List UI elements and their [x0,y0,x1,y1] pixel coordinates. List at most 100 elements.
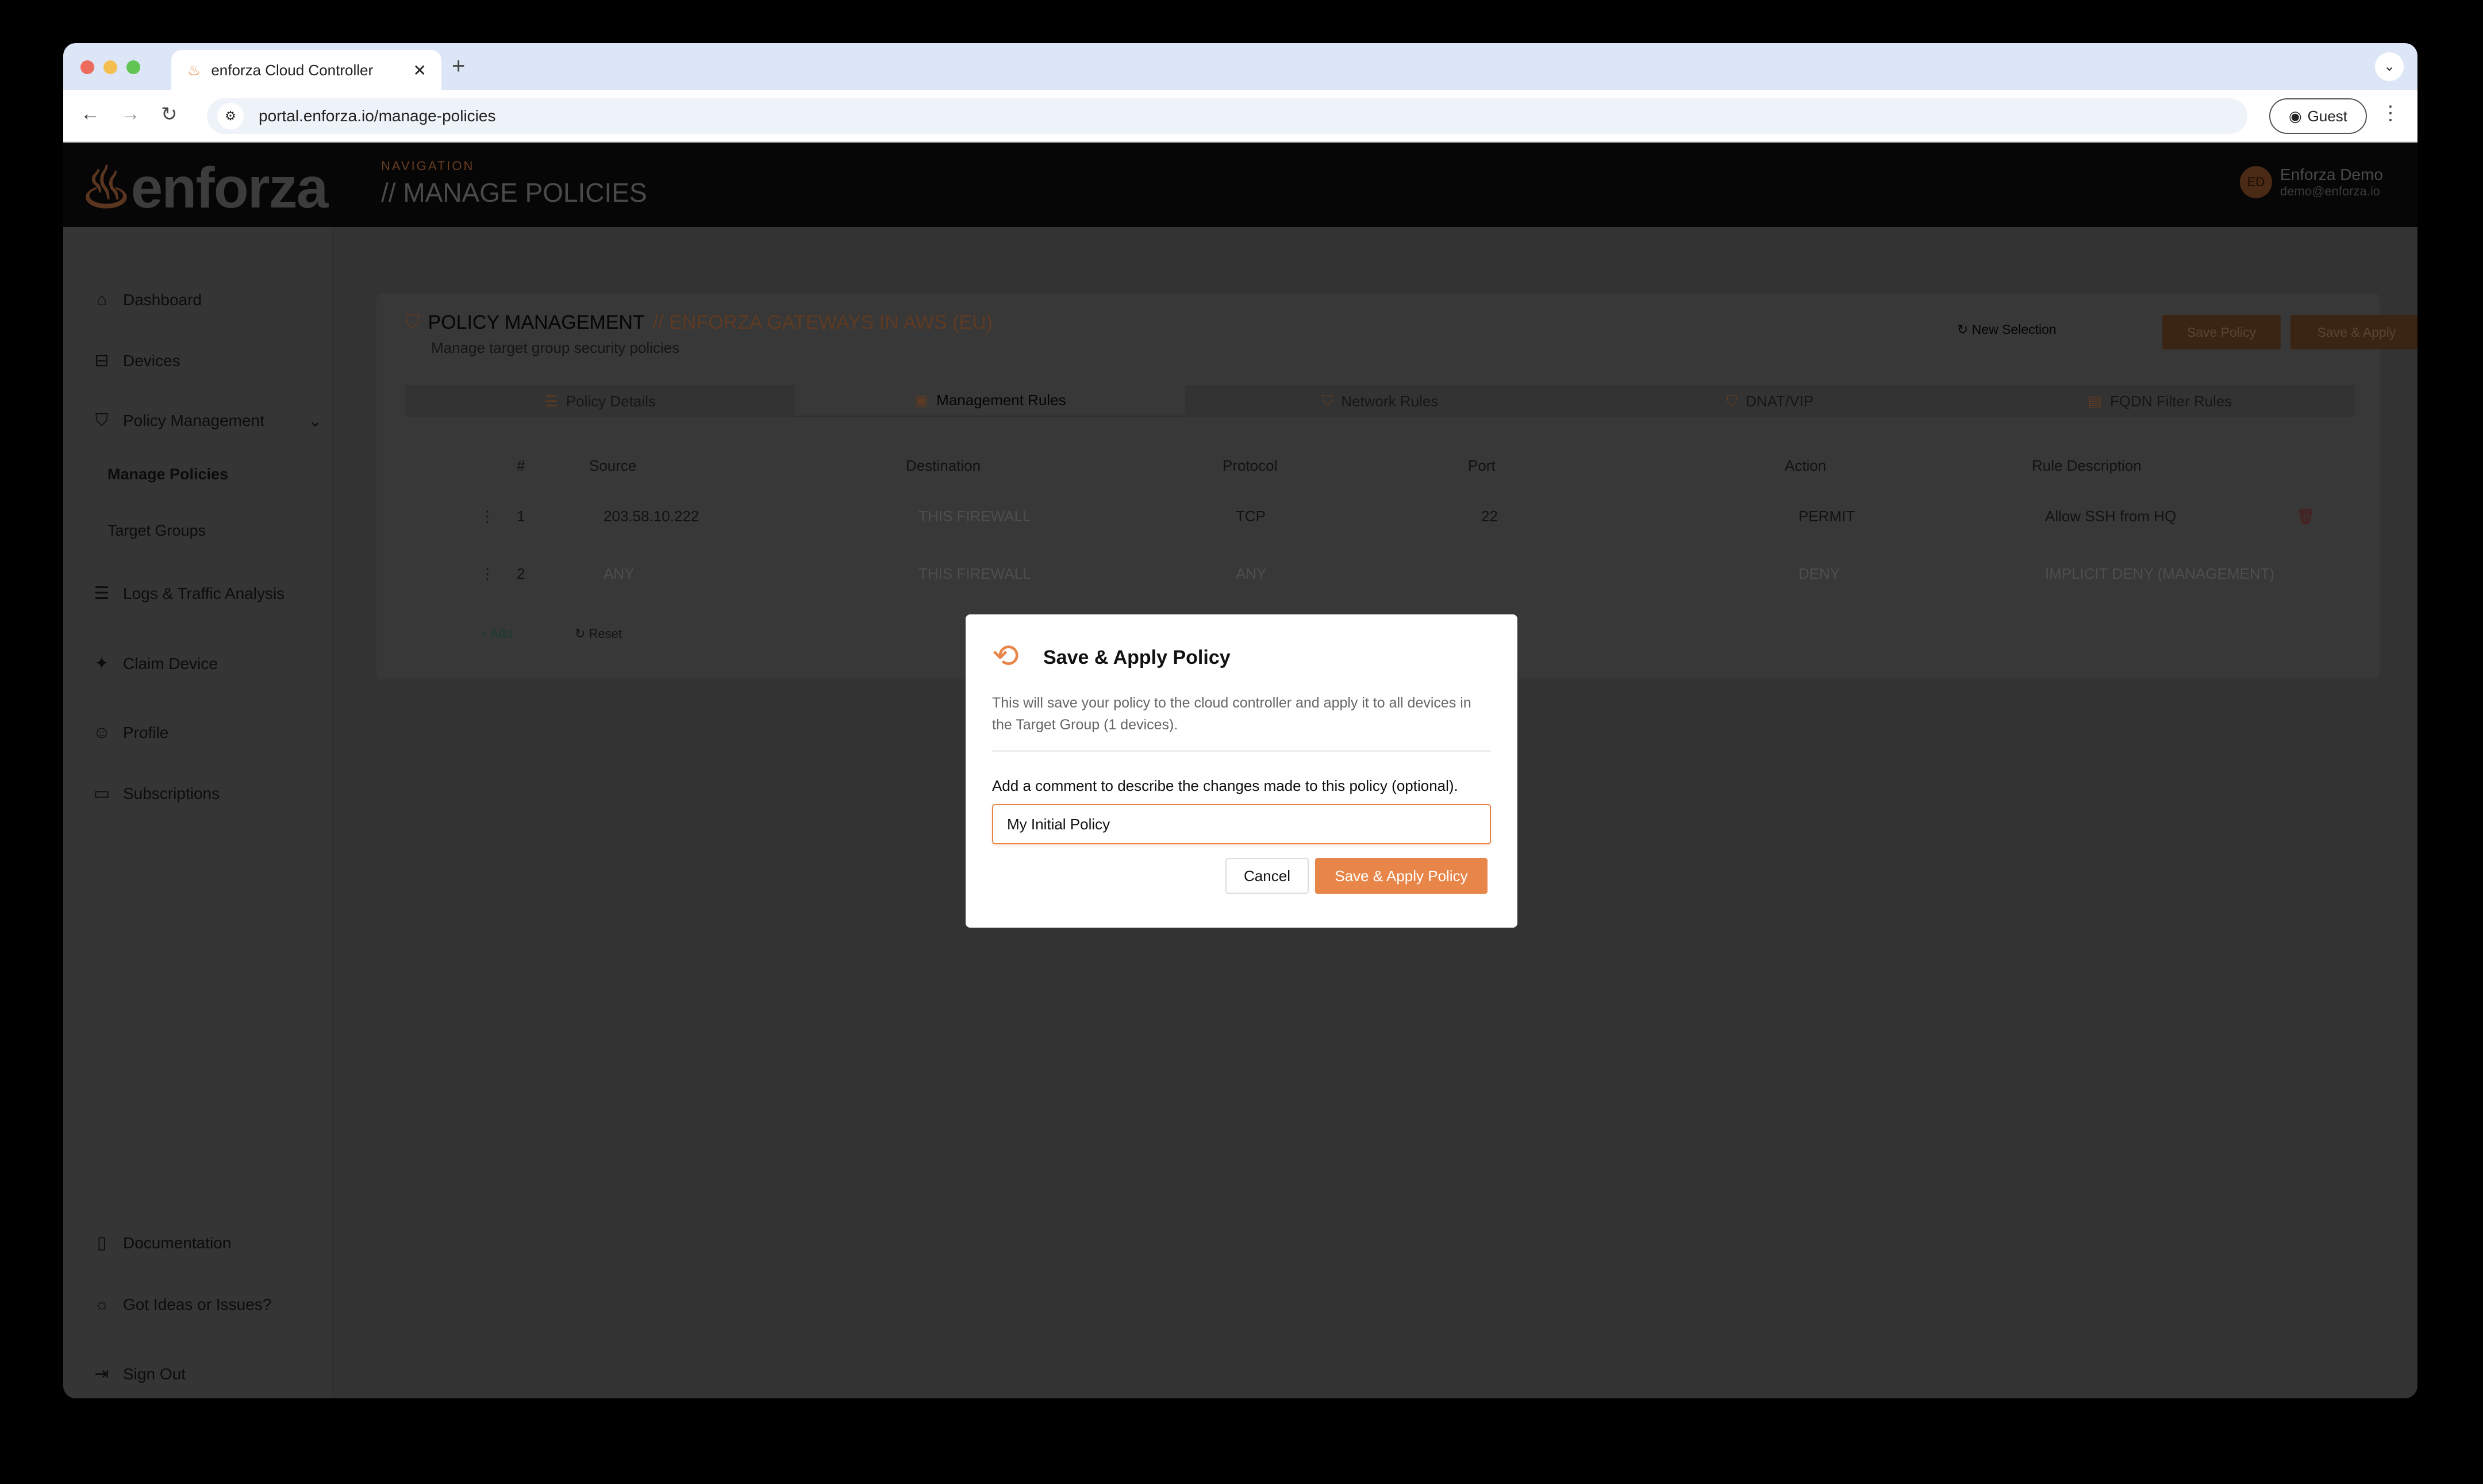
sidebar-item-policy-management[interactable]: ⛉ Policy Management ⌄ [92,411,322,430]
save-policy-button[interactable]: Save Policy [2162,315,2281,349]
server-icon: ⊟ [94,351,109,370]
home-icon: ⌂ [96,290,107,309]
save-apply-button[interactable]: Save & Apply [2290,315,2417,349]
chevron-down-icon: ⌄ [308,412,322,430]
browser-tab[interactable]: ♨ enforza Cloud Controller ✕ [171,50,441,90]
tab-management-rules[interactable]: ▣ Management Rules [795,385,1185,417]
profile-button[interactable]: ◉ Guest [2269,98,2367,134]
tab-dnat-vip[interactable]: ⛉ DNAT/VIP [1575,385,1965,417]
user-menu[interactable]: ED Enforza Demo demo@enforza.io [2240,166,2383,199]
source-input[interactable]: 203.58.10.222 [604,508,699,525]
sidebar-item-profile[interactable]: ☺ Profile [92,723,169,743]
rule-number: 2 [517,565,525,582]
column-header: # [517,457,525,474]
close-tab-icon[interactable]: ✕ [413,61,426,80]
reset-button[interactable]: ↻ Reset [575,626,622,641]
sidebar-item-feedback[interactable]: ☼ Got Ideas or Issues? [92,1295,271,1314]
sidebar-item-dashboard[interactable]: ⌂ Dashboard [92,290,202,310]
url-text: portal.enforza.io/manage-policies [259,107,496,125]
credit-card-icon: ▭ [93,784,110,803]
confirm-save-apply-button[interactable]: Save & Apply Policy [1315,858,1488,894]
shield-icon: ⛉ [1726,392,1738,409]
sidebar-item-sign-out[interactable]: ⇥ Sign Out [92,1364,186,1384]
refresh-icon: ↻ [575,626,589,641]
shield-icon: ⛉ [95,411,109,430]
target-group-name: // ENFORZA GATEWAYS IN AWS (EU) [652,312,993,333]
page-subtitle: Manage target group security policies [431,339,680,356]
deploy-icon: ⟲ [992,637,1019,674]
sidebar-item-subscriptions[interactable]: ▭ Subscriptions [92,783,220,803]
url-bar[interactable]: ⚙ portal.enforza.io/manage-policies [207,98,2247,134]
new-tab-button[interactable]: + [452,53,465,79]
tab-title: enforza Cloud Controller [211,61,374,79]
comment-label: Add a comment to describe the changes ma… [992,777,1458,794]
user-circle-icon: ◉ [2288,107,2302,125]
more-menu-icon[interactable]: ⋮ [2381,102,2400,125]
flame-logo-icon: ♨ [80,156,132,220]
sign-out-icon: ⇥ [94,1364,109,1383]
refresh-icon: ↻ [1957,322,1972,337]
protocol-field: ANY [1236,565,1267,582]
sparkle-icon: ✦ [94,654,109,673]
list-icon: ☰ [544,392,558,410]
shield-icon: ⛉ [405,312,420,333]
tab-policy-details[interactable]: ☰ Policy Details [405,385,795,417]
avatar: ED [2240,166,2273,198]
plus-icon: + [480,626,490,641]
list-icon: ☰ [94,584,110,603]
maximize-window-button[interactable] [126,60,140,74]
sidebar-item-claim-device[interactable]: ✦ Claim Device [92,653,218,674]
user-email: demo@enforza.io [2280,184,2381,198]
tab-search-button[interactable]: ⌄ [2375,52,2404,81]
protocol-select[interactable]: TCP [1236,508,1266,525]
divider [992,750,1491,752]
drag-handle-icon[interactable]: ⋮ [480,565,495,583]
port-input[interactable]: 22 [1481,508,1498,525]
tab-fqdn-filter-rules[interactable]: ▤ FQDN Filter Rules [1965,385,2355,417]
logo: ♨enforza [80,156,328,220]
lightbulb-icon: ☼ [94,1295,110,1314]
tab-network-rules[interactable]: ⛉ Network Rules [1185,385,1575,417]
nav-title: // MANAGE POLICIES [381,178,647,207]
cancel-button[interactable]: Cancel [1225,858,1309,894]
sidebar-item-logs[interactable]: ☰ Logs & Traffic Analysis [92,583,285,603]
column-header: Protocol [1223,457,1278,474]
dialog-title: Save & Apply Policy [1043,647,1231,668]
destination-field: THIS FIREWALL [918,508,1031,525]
destination-field: THIS FIREWALL [918,565,1031,582]
drag-handle-icon[interactable]: ⋮ [480,508,495,525]
back-icon[interactable]: ← [80,103,100,125]
column-header: Destination [906,457,981,474]
nav-label: NAVIGATION [381,159,475,173]
add-rule-button[interactable]: + Add [480,626,513,641]
flame-icon: ♨ [187,61,201,79]
description-input[interactable]: Allow SSH from HQ [2045,508,2176,525]
sidebar-item-manage-policies[interactable]: Manage Policies [107,466,228,483]
comment-input[interactable] [992,804,1491,844]
user-name: Enforza Demo [2280,166,2383,183]
address-bar-row: ← → ↻ ⚙ portal.enforza.io/manage-policie… [63,90,2417,143]
sidebar-item-documentation[interactable]: ▯ Documentation [92,1233,232,1253]
user-icon: ☺ [93,723,111,742]
tab-bar: ♨ enforza Cloud Controller ✕ + ⌄ [63,43,2417,90]
reload-icon[interactable]: ↻ [161,103,178,126]
action-select[interactable]: PERMIT [1798,508,1855,525]
minimize-window-button[interactable] [103,60,117,74]
trash-icon[interactable]: 🗑 [2296,508,2315,525]
site-settings-icon[interactable]: ⚙ [217,103,244,129]
sidebar-item-devices[interactable]: ⊟ Devices [92,351,180,371]
new-selection-button[interactable]: ↻ New Selection [1957,322,2057,337]
column-header: Action [1785,457,1827,474]
page-title: ⛉ POLICY MANAGEMENT// ENFORZA GATEWAYS IN… [405,312,993,333]
filter-icon: ▤ [2088,392,2102,410]
profile-label: Guest [2307,107,2348,125]
shield-icon: ⛉ [1321,392,1333,409]
monitor-icon: ▣ [914,391,929,409]
sidebar: ⌂ Dashboard ⊟ Devices ⛉ Policy Management ⌄ … [63,227,333,1398]
sidebar-item-target-groups[interactable]: Target Groups [107,522,206,540]
save-apply-dialog: ⟲ Save & Apply Policy This will save you… [966,614,1517,928]
close-window-button[interactable] [80,60,94,74]
forward-icon[interactable]: → [121,103,140,125]
action-field: DENY [1798,565,1840,582]
column-header: Source [589,457,637,474]
